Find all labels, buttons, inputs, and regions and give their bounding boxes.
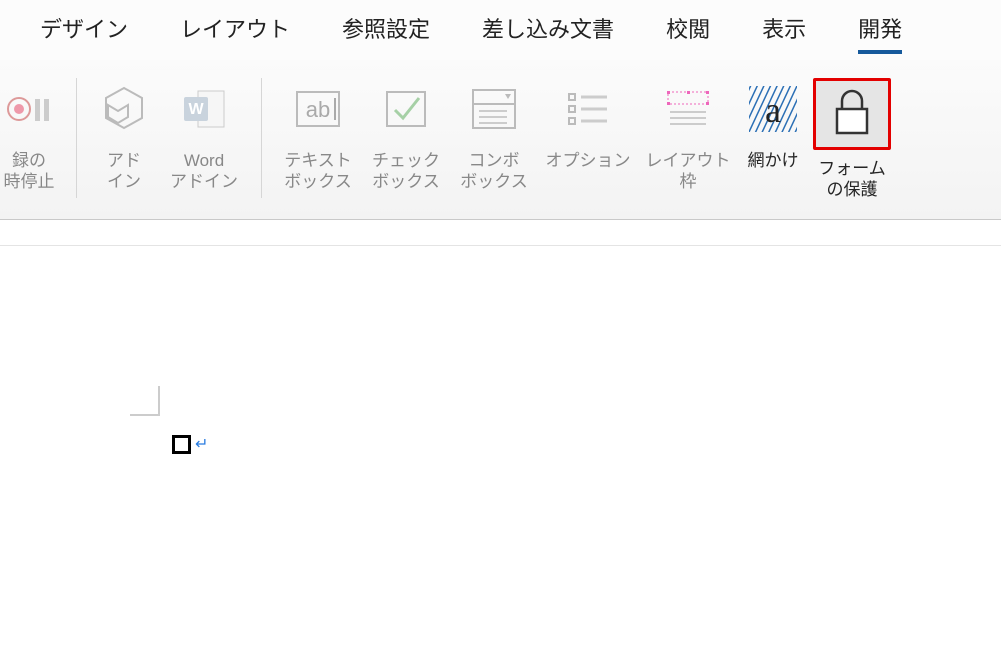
paragraph-mark-icon: ↵ [195, 434, 208, 454]
ribbon-toolbar: 録の 時停止 アド イン W Word アドイン ab [0, 60, 1001, 220]
divider [76, 78, 77, 198]
shading-icon: a [745, 78, 801, 140]
word-icon: W [178, 78, 230, 140]
lock-icon [818, 83, 886, 145]
tab-layout[interactable]: レイアウト [180, 12, 290, 54]
svg-text:a: a [765, 90, 781, 130]
addin-label: アド イン [107, 150, 141, 193]
checkbox-square-icon [172, 435, 191, 454]
textbox-button[interactable]: ab テキスト ボックス [274, 78, 362, 193]
checkbox-label: チェック ボックス [372, 150, 440, 193]
textbox-label: テキスト ボックス [284, 150, 352, 193]
combobox-button[interactable]: コンボ ボックス [450, 78, 538, 193]
tab-design[interactable]: デザイン [40, 12, 128, 54]
protect-form-button[interactable]: フォーム の保護 [808, 78, 896, 201]
tab-developer[interactable]: 開発 [858, 12, 902, 54]
protect-form-highlight [813, 78, 891, 150]
layout-frame-label: レイアウト 枠 [646, 150, 731, 193]
options-button[interactable]: オプション [538, 78, 638, 171]
svg-text:ab: ab [306, 97, 330, 122]
tab-view[interactable]: 表示 [762, 12, 806, 54]
tab-mailings[interactable]: 差し込み文書 [482, 12, 614, 54]
word-addin-label: Word アドイン [170, 150, 238, 193]
word-addin-button[interactable]: W Word アドイン [159, 78, 249, 193]
divider [261, 78, 262, 198]
options-label: オプション [546, 150, 631, 171]
record-stop-button[interactable]: 録の 時停止 [0, 78, 64, 193]
page-margin-corner [130, 386, 160, 416]
options-icon [561, 78, 615, 140]
hexagon-icon [98, 78, 150, 140]
form-checkbox-field[interactable]: ↵ [172, 434, 208, 454]
shading-label: 網かけ [748, 150, 799, 171]
ribbon-tabs: デザイン レイアウト 参照設定 差し込み文書 校閲 表示 開発 [0, 0, 1001, 60]
protect-form-label: フォーム の保護 [818, 158, 886, 201]
layout-frame-button[interactable]: レイアウト 枠 [638, 78, 738, 193]
checkbox-button[interactable]: チェック ボックス [362, 78, 450, 193]
addin-button[interactable]: アド イン [89, 78, 159, 193]
record-pause-icon [5, 78, 53, 140]
combobox-icon [467, 78, 521, 140]
textbox-icon: ab [291, 78, 345, 140]
record-stop-label: 録の 時停止 [4, 150, 55, 193]
checkbox-icon [379, 78, 433, 140]
tab-review[interactable]: 校閲 [666, 12, 710, 54]
document-area[interactable]: ↵ [0, 245, 1001, 650]
shading-button[interactable]: a 網かけ [738, 78, 808, 171]
tab-references[interactable]: 参照設定 [342, 12, 430, 54]
svg-text:W: W [188, 101, 204, 118]
layout-frame-icon [660, 78, 716, 140]
combobox-label: コンボ ボックス [460, 150, 528, 193]
